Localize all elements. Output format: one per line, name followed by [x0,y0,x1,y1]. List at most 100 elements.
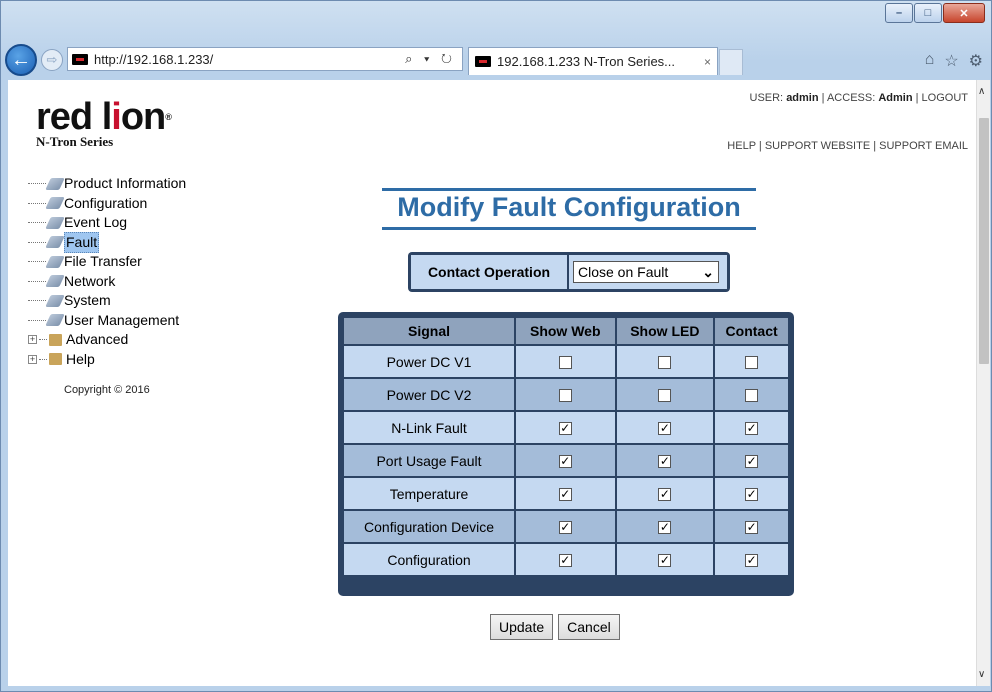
checkbox-led[interactable]: ✓ [658,521,672,535]
checkbox-web[interactable]: ✓ [558,422,572,436]
access-level: Admin [878,92,913,104]
cancel-button[interactable]: Cancel [558,614,620,640]
close-button[interactable]: ✕ [943,3,985,23]
page-icon [45,275,65,288]
sidebar-item-system[interactable]: System [28,291,186,311]
sidebar-item-network[interactable]: Network [28,272,186,292]
contact-operation-select[interactable]: Close on Fault ⌄ [573,261,719,283]
tab-active[interactable]: 192.168.1.233 N-Tron Series... × [468,47,718,75]
column-header: Signal [344,318,514,344]
scroll-down-icon[interactable]: ∨ [978,669,985,680]
table-row: Temperature ✓ ✓ ✓ [344,478,788,509]
search-refresh-icons[interactable]: ⌕ ▾ ↻ [405,51,462,67]
home-icon[interactable]: ⌂ [925,51,935,71]
checkbox-contact[interactable] [745,389,759,403]
checkbox-cell [516,379,615,410]
signal-cell: Configuration Device [344,511,514,542]
checkbox-cell: ✓ [616,412,714,443]
sidebar-item-label: Fault [64,231,100,253]
checkbox-cell: ✓ [616,445,714,476]
sidebar-item-label: Event Log [64,214,128,230]
checkbox-web[interactable]: ✓ [558,455,572,469]
checkbox-web[interactable] [558,356,572,370]
back-arrow-icon[interactable]: ← [5,44,37,76]
separator: | [758,140,762,152]
logo[interactable]: red lion® N-Tron Series [36,98,172,150]
checkbox-cell: ✓ [516,445,615,476]
sidebar-item-product-information[interactable]: Product Information [28,174,186,194]
page-icon [45,314,65,327]
checkbox-web[interactable]: ✓ [558,554,572,568]
settings-icon[interactable]: ⚙ [969,51,983,71]
sidebar-item-user-management[interactable]: User Management [28,311,186,331]
minimize-button[interactable]: – [885,3,913,23]
page-content: red lion® N-Tron Series USER: admin | AC… [8,80,976,686]
checkbox-contact[interactable]: ✓ [745,488,759,502]
tab-favicon-icon [475,56,491,67]
checkbox-web[interactable]: ✓ [558,521,572,535]
checkbox-web[interactable]: ✓ [558,488,572,502]
forward-arrow-icon[interactable]: ⇨ [41,49,63,71]
checkbox-contact[interactable]: ✓ [745,554,759,568]
sidebar-item-label: System [64,292,111,308]
checkbox-contact[interactable]: ✓ [745,521,759,535]
expand-icon[interactable]: + [28,335,37,345]
page-icon [45,177,65,190]
checkbox-cell: ✓ [715,412,788,443]
checkbox-contact[interactable]: ✓ [745,422,759,436]
sidebar-folder-label: Advanced [66,331,129,347]
checkbox-cell: ✓ [616,544,714,575]
checkbox-led[interactable]: ✓ [658,422,672,436]
sidebar-item-event-log[interactable]: Event Log [28,213,186,233]
sidebar-item-label: File Transfer [64,253,142,269]
help-links: HELP | SUPPORT WEBSITE | SUPPORT EMAIL [727,140,968,152]
checkbox-led[interactable] [658,356,672,370]
nav-tree: Product Information Configuration Event … [28,174,186,369]
maximize-button[interactable]: □ [914,3,942,23]
address-text[interactable]: http://192.168.1.233/ [94,52,405,67]
contact-operation-panel: Contact Operation Close on Fault ⌄ [408,252,730,292]
logout-link[interactable]: | LOGOUT [916,92,968,104]
vertical-scrollbar[interactable]: ∧ ∨ [976,80,990,686]
fault-table: Signal Show Web Show LED Contact Power D… [342,316,790,577]
checkbox-led[interactable] [658,389,672,403]
scroll-thumb[interactable] [979,118,989,364]
checkbox-cell: ✓ [516,511,615,542]
checkbox-contact[interactable] [745,356,759,370]
sidebar-item-configuration[interactable]: Configuration [28,194,186,214]
column-header: Show LED [616,318,714,344]
expand-icon[interactable]: + [28,354,37,364]
tab-close-icon[interactable]: × [704,55,717,69]
sidebar-item-fault[interactable]: Fault [28,231,186,253]
scroll-up-icon[interactable]: ∧ [978,86,985,97]
update-button[interactable]: Update [490,614,554,640]
tab-title[interactable]: 192.168.1.233 N-Tron Series... [497,54,704,69]
address-bar[interactable]: http://192.168.1.233/ ⌕ ▾ ↻ [67,47,463,71]
sidebar-item-file-transfer[interactable]: File Transfer [28,252,186,272]
checkbox-led[interactable]: ✓ [658,455,672,469]
page-icon [45,294,65,307]
support-email-link[interactable]: SUPPORT EMAIL [879,140,968,152]
copyright: Copyright © 2016 [64,384,150,396]
contact-operation-label: Contact Operation [411,255,567,289]
checkbox-led[interactable]: ✓ [658,554,672,568]
sidebar-item-label: User Management [64,311,180,328]
column-header: Show Web [516,318,615,344]
logo-tm: ® [165,112,172,122]
checkbox-cell: ✓ [715,445,788,476]
favicon-icon [72,53,88,65]
access-prefix: | ACCESS: [821,92,876,104]
checkbox-led[interactable]: ✓ [658,488,672,502]
signal-cell: Temperature [344,478,514,509]
support-website-link[interactable]: SUPPORT WEBSITE [765,140,870,152]
checkbox-cell: ✓ [715,544,788,575]
favorites-icon[interactable]: ☆ [944,51,958,71]
checkbox-web[interactable] [558,389,572,403]
checkbox-contact[interactable]: ✓ [745,455,759,469]
separator: | [873,140,877,152]
new-tab-button[interactable] [719,49,743,75]
sidebar-folder-advanced[interactable]: + Advanced [28,330,186,350]
help-link[interactable]: HELP [727,140,756,152]
checkbox-cell [715,379,788,410]
sidebar-folder-help[interactable]: + Help [28,350,186,370]
